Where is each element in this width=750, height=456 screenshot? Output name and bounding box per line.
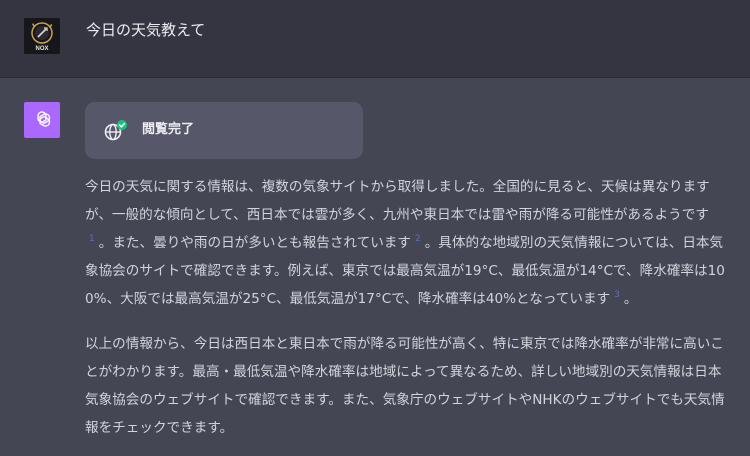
response-paragraph-2: 以上の情報から、今日は西日本と東日本で雨が降る可能性が高く、特に東京では降水確率… xyxy=(85,336,725,436)
citation-link-1[interactable]: 1 xyxy=(89,234,95,244)
user-message-row: NOX 今日の天気教えて xyxy=(0,0,750,78)
openai-logo-icon xyxy=(37,111,51,127)
citation-link-3[interactable]: 3 xyxy=(614,290,620,300)
response-text: 。 xyxy=(623,291,638,307)
svg-text:NOX: NOX xyxy=(35,46,48,52)
browsing-status-pill[interactable]: 閲覧完了 xyxy=(85,102,363,159)
user-message-text: 今日の天気教えて xyxy=(86,21,206,39)
browsing-status-label: 閲覧完了 xyxy=(142,122,195,137)
nox-logo-icon: NOX xyxy=(24,18,60,54)
user-avatar: NOX xyxy=(24,18,60,54)
response-paragraph-1: 今日の天気に関する情報は、複数の気象サイトから取得しました。全国的に見ると、天候… xyxy=(85,173,733,313)
assistant-avatar xyxy=(24,102,60,138)
citation-link-2[interactable]: 2 xyxy=(415,234,421,244)
assistant-message-row: 閲覧完了 今日の天気に関する情報は、複数の気象サイトから取得しました。全国的に見… xyxy=(0,78,750,456)
response-text: 今日の天気に関する情報は、複数の気象サイトから取得しました。全国的に見ると、天候… xyxy=(85,179,710,223)
response-text: 。また、曇りや雨の日が多いとも報告されています xyxy=(98,235,411,251)
globe-check-icon xyxy=(104,120,127,141)
